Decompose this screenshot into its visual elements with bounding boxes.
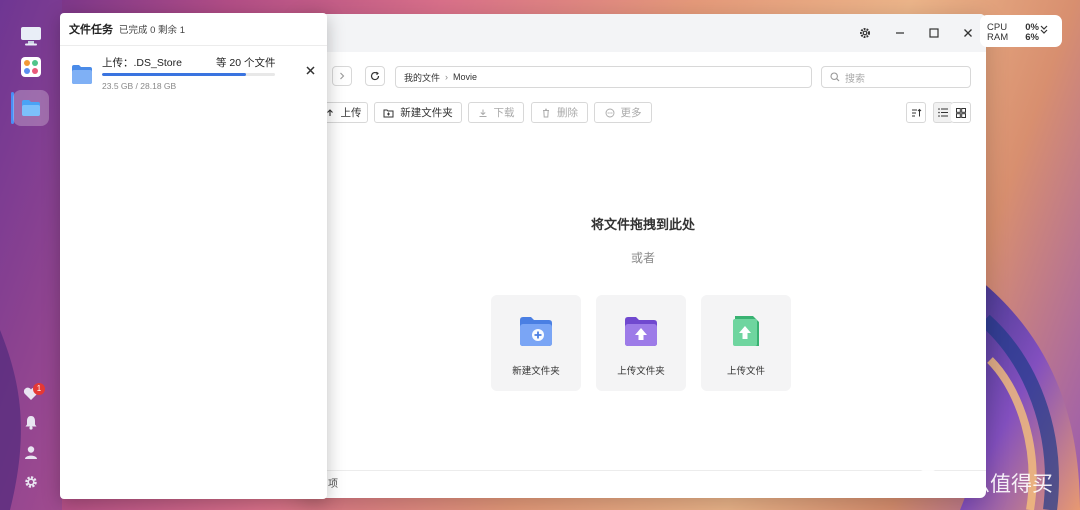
search-input[interactable]: 搜索 [821, 66, 971, 88]
window-titlebar[interactable] [300, 14, 986, 52]
new-folder-button[interactable]: 新建文件夹 [374, 102, 462, 123]
dock: 1 [0, 0, 62, 510]
monitor-icon [21, 27, 41, 46]
breadcrumb[interactable]: 我的文件 › Movie [395, 66, 812, 88]
delete-label: 删除 [557, 107, 578, 119]
notifications-button[interactable] [19, 410, 43, 434]
close-window-button[interactable] [958, 23, 978, 43]
upload-label: 上传 [340, 107, 362, 119]
tasks-header: 文件任务 已完成 0 剩余 1 [60, 13, 327, 46]
search-placeholder: 搜索 [845, 73, 865, 85]
more-button[interactable]: 更多 [594, 102, 652, 123]
trash-icon [543, 108, 549, 117]
more-icon [605, 108, 614, 117]
grid-view-button[interactable] [951, 102, 971, 123]
task-size: 23.5 GB / 28.18 GB [102, 81, 177, 91]
file-upload-icon [733, 316, 759, 346]
search-icon [830, 72, 840, 82]
file-manager-window: 我的文件 › Movie 搜索 上传 新建文件夹 下载 删除 更多 将文件拖拽到… [300, 14, 986, 498]
breadcrumb-separator-icon: › [445, 72, 449, 82]
folder-upload-icon [625, 317, 657, 346]
upload-folder-card-label: 上传文件夹 [617, 366, 665, 377]
minimize-icon [896, 32, 904, 34]
drop-zone-or: 或者 [630, 251, 655, 265]
download-label: 下载 [493, 107, 515, 119]
task-file-count: 等 20 个文件 [216, 57, 276, 69]
folder-plus-icon [383, 109, 394, 117]
maximize-icon [929, 28, 939, 38]
chevron-right-icon [340, 72, 345, 80]
ram-label: RAM [987, 32, 1009, 43]
watermark: 值 什么值得买 [914, 468, 1053, 498]
task-name: 上传：.DS_Store [102, 57, 182, 69]
status-bar: 项 [300, 470, 986, 498]
ram-row: RAM 6% [987, 32, 1039, 43]
sort-icon [911, 108, 921, 116]
upload-file-card-label: 上传文件 [726, 366, 765, 377]
tasks-title: 文件任务 [69, 24, 113, 36]
bell-icon [25, 415, 37, 430]
download-icon [479, 109, 486, 117]
watermark-text: 什么值得买 [948, 472, 1053, 496]
refresh-button[interactable] [365, 66, 385, 86]
refresh-icon [370, 71, 380, 81]
tasks-status: 已完成 0 剩余 1 [119, 25, 185, 36]
task-item: 上传：.DS_Store 等 20 个文件 23.5 GB / 28.18 GB [60, 53, 327, 103]
item-count-label: 项 [328, 479, 338, 490]
window-settings-button[interactable] [855, 23, 875, 43]
app-grid-icon [21, 57, 41, 77]
upload-folder-card[interactable]: 上传文件夹 [596, 295, 686, 391]
file-tasks-panel: 文件任务 已完成 0 剩余 1 上传：.DS_Store 等 20 个文件 23… [60, 13, 327, 499]
folder-plus-icon [520, 317, 552, 346]
minimize-button[interactable] [890, 23, 910, 43]
file-manager-button[interactable] [13, 90, 49, 126]
navigation-bar: 我的文件 › Movie 搜索 [300, 52, 986, 102]
watermark-logo: 值 [914, 469, 942, 497]
forward-button[interactable] [332, 66, 352, 86]
folder-icon [72, 65, 92, 84]
download-button[interactable]: 下载 [468, 102, 524, 123]
close-icon [964, 29, 972, 37]
resource-monitor[interactable]: CPU 0% RAM 6% [980, 15, 1062, 47]
settings-button[interactable] [19, 470, 43, 494]
upload-file-card[interactable]: 上传文件 [701, 295, 791, 391]
list-view-button[interactable] [933, 102, 953, 123]
chevron-double-down-icon[interactable] [1039, 24, 1049, 36]
notification-badge: 1 [33, 383, 45, 395]
close-icon [305, 65, 315, 75]
ram-value: 6% [1025, 32, 1039, 43]
new-folder-card[interactable]: 新建文件夹 [491, 295, 581, 391]
toolbar: 上传 新建文件夹 下载 删除 更多 [300, 100, 986, 124]
list-icon [938, 108, 948, 117]
task-progress-bar [102, 73, 275, 76]
user-button[interactable] [19, 440, 43, 464]
grid-icon [955, 107, 966, 118]
new-folder-label: 新建文件夹 [400, 107, 453, 119]
drop-zone-title: 将文件拖拽到此处 [590, 217, 695, 232]
breadcrumb-root[interactable]: 我的文件 [404, 71, 440, 84]
folder-icon [22, 100, 40, 116]
delete-button[interactable]: 删除 [531, 102, 588, 123]
task-progress-fill [102, 73, 247, 76]
cancel-task-button[interactable] [303, 63, 317, 77]
new-folder-card-label: 新建文件夹 [512, 366, 560, 377]
maximize-button[interactable] [924, 23, 944, 43]
gear-icon [860, 28, 870, 38]
user-icon [25, 446, 37, 459]
app-center-button[interactable] [13, 49, 49, 85]
sort-button[interactable] [906, 102, 926, 123]
breadcrumb-current[interactable]: Movie [453, 72, 477, 82]
gear-icon [25, 476, 37, 488]
more-label: 更多 [620, 107, 642, 119]
